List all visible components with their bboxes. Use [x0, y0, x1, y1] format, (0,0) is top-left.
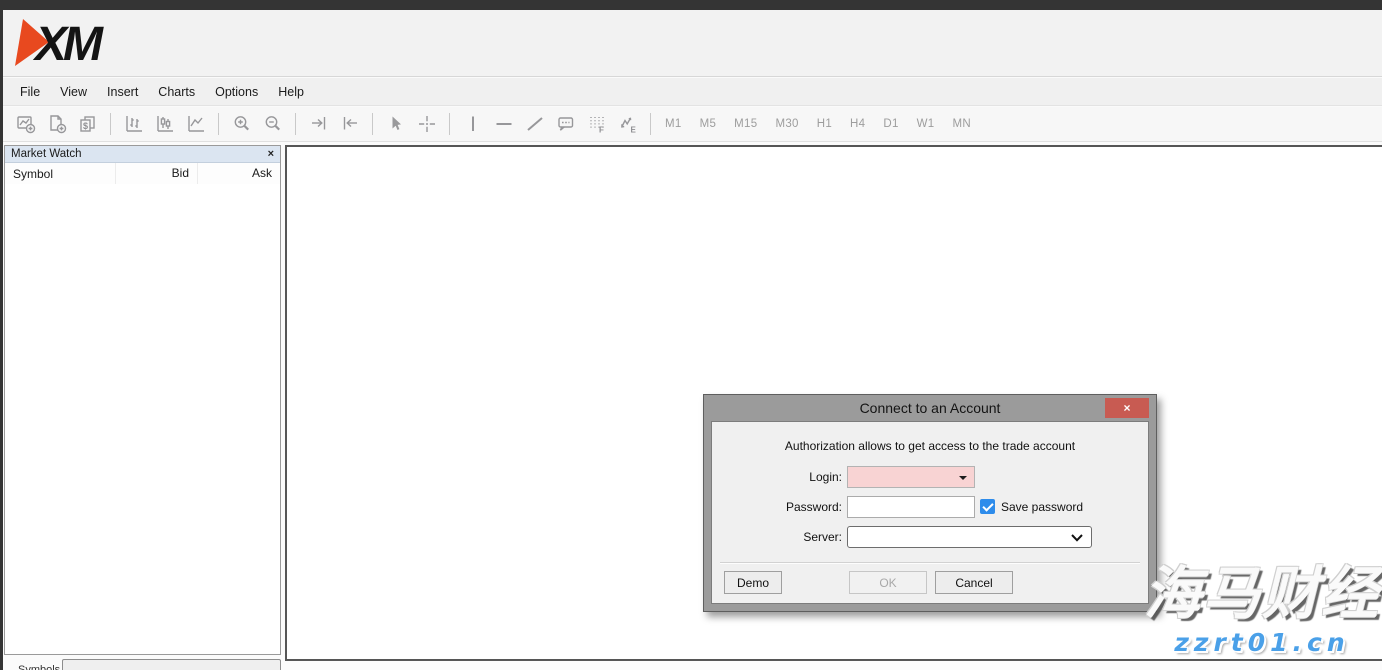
- zoom-in-icon[interactable]: [226, 111, 257, 138]
- toolbar-separator: [449, 113, 450, 135]
- new-chart-icon[interactable]: [10, 111, 41, 138]
- tab-strip[interactable]: [62, 659, 281, 670]
- bar-chart-icon[interactable]: [118, 111, 149, 138]
- new-order-icon[interactable]: [41, 111, 72, 138]
- market-watch-list: [5, 184, 280, 654]
- market-watch-header-row: Symbol Bid Ask: [5, 163, 280, 184]
- server-label: Server:: [717, 526, 842, 548]
- dialog-titlebar[interactable]: Connect to an Account ×: [704, 395, 1156, 421]
- cancel-button[interactable]: Cancel: [935, 571, 1013, 594]
- login-combobox[interactable]: [847, 466, 975, 488]
- market-watch-title: Market Watch: [11, 148, 82, 160]
- crosshair-icon[interactable]: [411, 111, 442, 138]
- login-row: Login:: [712, 466, 1148, 488]
- toolbar-separator: [650, 113, 651, 135]
- indicators-icon[interactable]: E: [612, 111, 643, 138]
- connect-account-dialog: Connect to an Account × Authorization al…: [703, 394, 1157, 612]
- fibonacci-icon[interactable]: F: [581, 111, 612, 138]
- auto-scroll-icon[interactable]: [303, 111, 334, 138]
- timeframe-h1[interactable]: H1: [810, 114, 839, 134]
- timeframe-h4[interactable]: H4: [843, 114, 872, 134]
- column-header-ask[interactable]: Ask: [197, 163, 280, 184]
- server-select[interactable]: [847, 526, 1092, 548]
- toolbar-separator: [372, 113, 373, 135]
- login-label: Login:: [717, 466, 842, 488]
- demo-button[interactable]: Demo: [724, 571, 782, 594]
- dialog-separator: [720, 562, 1140, 564]
- trendline-icon[interactable]: [519, 111, 550, 138]
- menu-charts[interactable]: Charts: [148, 81, 205, 103]
- ok-button[interactable]: OK: [849, 571, 927, 594]
- svg-text:F: F: [599, 126, 604, 135]
- menu-file[interactable]: File: [10, 81, 50, 103]
- timeframe-mn[interactable]: MN: [946, 114, 979, 134]
- chart-shift-icon[interactable]: [334, 111, 365, 138]
- timeframe-d1[interactable]: D1: [876, 114, 905, 134]
- zoom-out-icon[interactable]: [257, 111, 288, 138]
- server-row: Server:: [712, 526, 1148, 548]
- line-chart-icon[interactable]: [180, 111, 211, 138]
- password-field[interactable]: [847, 496, 975, 518]
- dialog-close-icon[interactable]: ×: [1105, 398, 1149, 418]
- toolbar-separator: [218, 113, 219, 135]
- timeframe-m30[interactable]: M30: [768, 114, 805, 134]
- market-watch-panel: Market Watch × Symbol Bid Ask: [4, 145, 281, 655]
- menu-insert[interactable]: Insert: [97, 81, 148, 103]
- dialog-subtitle: Authorization allows to get access to th…: [712, 422, 1148, 453]
- timeframe-m5[interactable]: M5: [693, 114, 724, 134]
- candlestick-chart-icon[interactable]: [149, 111, 180, 138]
- toolbar: $: [0, 107, 1382, 142]
- cursor-icon[interactable]: [380, 111, 411, 138]
- market-watch-titlebar[interactable]: Market Watch ×: [5, 146, 280, 163]
- market-watch-close-icon[interactable]: ×: [268, 149, 274, 160]
- server-dropdown-chevron-icon: [1071, 534, 1083, 542]
- window-top-edge: [0, 0, 1382, 10]
- menu-help[interactable]: Help: [268, 81, 314, 103]
- dialog-body: Authorization allows to get access to th…: [711, 421, 1149, 604]
- password-row: Password: Save password: [712, 496, 1148, 518]
- text-label-icon[interactable]: [550, 111, 581, 138]
- horizontal-line-icon[interactable]: [488, 111, 519, 138]
- main-area: Market Watch × Symbol Bid Ask Symbols: [0, 142, 1382, 670]
- window-left-edge: [0, 0, 3, 670]
- save-password-checkbox[interactable]: [980, 499, 995, 514]
- logo-bar: XM: [0, 10, 1382, 77]
- xm-logo-text: XM: [32, 18, 104, 69]
- timeframe-m1[interactable]: M1: [658, 114, 689, 134]
- column-header-symbol[interactable]: Symbol: [5, 167, 115, 181]
- column-header-bid[interactable]: Bid: [115, 163, 197, 184]
- toolbar-separator: [295, 113, 296, 135]
- tab-symbols[interactable]: Symbols: [18, 664, 60, 670]
- menu-bar: File View Insert Charts Options Help: [0, 78, 1382, 106]
- profiles-icon[interactable]: $: [72, 111, 103, 138]
- timeframe-m15[interactable]: M15: [727, 114, 764, 134]
- application-window: XM File View Insert Charts Options Help: [0, 0, 1382, 670]
- menu-options[interactable]: Options: [205, 81, 268, 103]
- vertical-line-icon[interactable]: [457, 111, 488, 138]
- save-password-label: Save password: [1001, 496, 1083, 518]
- svg-text:E: E: [630, 126, 636, 135]
- toolbar-separator: [110, 113, 111, 135]
- password-label: Password:: [717, 496, 842, 518]
- login-dropdown-arrow-icon[interactable]: [959, 476, 967, 480]
- timeframe-w1[interactable]: W1: [910, 114, 942, 134]
- menu-view[interactable]: View: [50, 81, 97, 103]
- dialog-title: Connect to an Account: [704, 395, 1156, 421]
- market-watch-bottom-tabs: Symbols: [4, 655, 281, 670]
- xm-logo: XM: [13, 17, 131, 69]
- svg-text:$: $: [83, 121, 88, 131]
